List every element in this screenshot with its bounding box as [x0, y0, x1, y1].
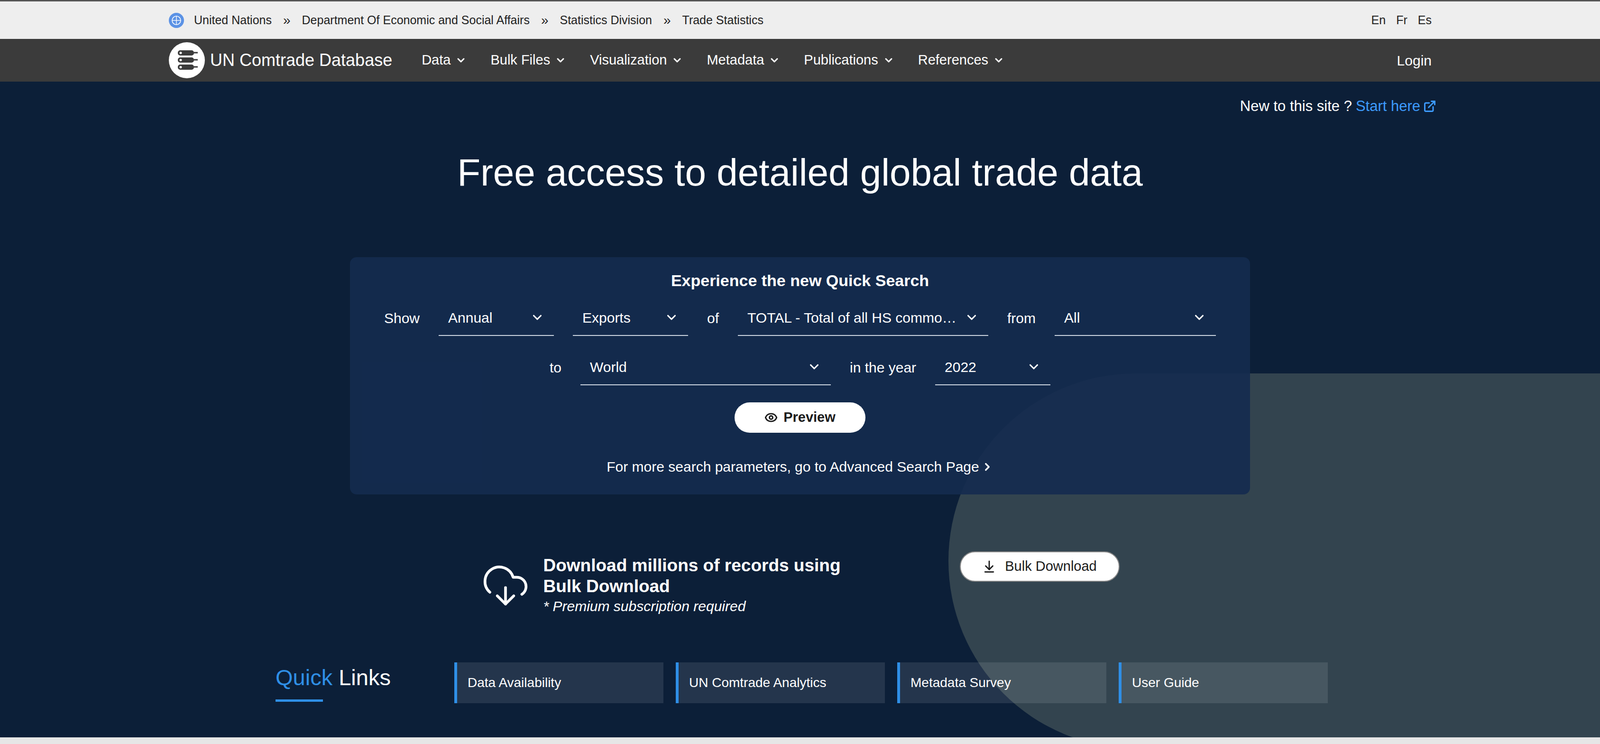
download-icon — [982, 559, 997, 574]
start-here-link[interactable]: Start here — [1355, 96, 1437, 116]
brand-name[interactable]: UN Comtrade Database — [210, 47, 393, 74]
login-link[interactable]: Login — [1397, 49, 1432, 72]
quick-link-card[interactable]: UN Comtrade Analytics — [675, 662, 885, 703]
language-link[interactable]: Es — [1417, 11, 1432, 30]
un-emblem-icon — [168, 12, 185, 29]
search-label: of — [707, 307, 719, 329]
cloud-download-icon — [480, 560, 531, 610]
search-select[interactable]: Annual — [438, 299, 554, 336]
search-select[interactable]: All — [1054, 299, 1216, 336]
chevron-down-icon — [768, 54, 781, 66]
chevron-down-icon — [993, 54, 1005, 66]
language-switcher: En Fr Es — [1371, 11, 1432, 30]
breadcrumb-link[interactable]: United Nations — [193, 11, 272, 30]
search-label: from — [1007, 307, 1036, 329]
bulk-note: * Premium subscription required — [543, 596, 876, 616]
brand[interactable]: UN Comtrade Database — [168, 41, 393, 79]
quick-link-card[interactable]: Data Availability — [454, 662, 664, 703]
breadcrumb-link[interactable]: Statistics Division — [559, 11, 653, 30]
nav-item[interactable]: Metadata — [706, 49, 781, 71]
hero: New to this site ?Start here Free access … — [0, 81, 1600, 737]
breadcrumb-separator: » — [663, 10, 672, 31]
page: United Nations » Department Of Economic an… — [0, 0, 1600, 744]
nav-item[interactable]: References — [918, 49, 1005, 71]
quick-links-title: Quick Links — [275, 663, 455, 702]
language-link[interactable]: En — [1371, 11, 1387, 30]
chevron-down-icon — [664, 310, 679, 325]
nav-bar: UN Comtrade Database Data Bulk Files Visual… — [0, 38, 1600, 82]
quick-search-row: Show Annual Exports of TOTAL - Total of all … — [384, 299, 1216, 336]
start-here-row: New to this site ?Start here — [0, 96, 1600, 116]
advanced-search-link[interactable]: For more search parameters, go to Advanc… — [606, 457, 994, 477]
quick-links-list: Data Availability UN Comtrade Analytics Me… — [454, 662, 1328, 703]
chevron-down-icon — [882, 54, 895, 66]
nav-item[interactable]: Bulk Files — [490, 49, 567, 71]
quick-search-panel: Experience the new Quick Search Show Annua… — [349, 257, 1251, 495]
quick-links: Quick LinksData Availability UN Comtrade … — [275, 662, 1328, 703]
quick-links-underline — [275, 698, 323, 702]
search-select[interactable]: TOTAL - Total of all HS commo… — [737, 299, 989, 336]
nav-item[interactable]: Publications — [803, 49, 894, 71]
search-label: in the year — [849, 356, 917, 378]
nav-menu: Data Bulk Files Visualization Metadata Publi… — [421, 49, 1005, 71]
chevron-down-icon — [455, 54, 467, 66]
hero-content: New to this site ?Start here Free access … — [0, 81, 1600, 703]
language-link[interactable]: Fr — [1396, 11, 1408, 30]
breadcrumb-bar: United Nations » Department Of Economic an… — [0, 0, 1600, 39]
nav-item[interactable]: Visualization — [589, 49, 683, 71]
eye-icon — [764, 410, 778, 424]
preview-button[interactable]: Preview — [734, 402, 866, 433]
search-label: Show — [384, 307, 420, 329]
bulk-title: Download millions of records using Bulk … — [543, 554, 876, 597]
comtrade-logo-icon[interactable] — [168, 41, 206, 79]
breadcrumbs: United Nations » Department Of Economic an… — [168, 10, 764, 31]
chevron-right-icon — [981, 460, 994, 473]
chevron-down-icon — [671, 54, 683, 66]
breadcrumb-separator: » — [541, 10, 549, 31]
chevron-down-icon — [964, 310, 979, 325]
breadcrumb-link[interactable]: Department Of Economic and Social Affair… — [302, 11, 530, 30]
search-select[interactable]: Exports — [572, 299, 689, 336]
search-select[interactable]: 2022 — [935, 349, 1051, 386]
bulk-download-button[interactable]: Bulk Download — [959, 551, 1120, 582]
breadcrumb-separator: » — [283, 10, 291, 31]
quick-search-title: Experience the new Quick Search — [671, 269, 929, 292]
hero-heading: Free access to detailed global trade dat… — [457, 149, 1143, 196]
external-link-icon — [1423, 99, 1437, 113]
chevron-down-icon — [1026, 359, 1041, 374]
nav-item[interactable]: Data — [421, 49, 467, 71]
search-label: to — [549, 356, 562, 378]
bulk-text: Download millions of records using Bulk … — [543, 554, 876, 616]
breadcrumb-link[interactable]: Trade Statistics — [682, 11, 764, 30]
search-select[interactable]: World — [580, 349, 831, 386]
quick-search-row: to World in the year 2022 — [549, 349, 1051, 386]
chevron-down-icon — [554, 54, 567, 66]
bulk-section: Download millions of records using Bulk … — [480, 554, 1120, 616]
chevron-down-icon — [530, 310, 545, 325]
quick-link-card[interactable]: User Guide — [1118, 662, 1328, 703]
chevron-down-icon — [807, 359, 822, 374]
chevron-down-icon — [1192, 310, 1207, 325]
bottom-strip — [0, 736, 1600, 744]
quick-link-card[interactable]: Metadata Survey — [897, 662, 1107, 703]
